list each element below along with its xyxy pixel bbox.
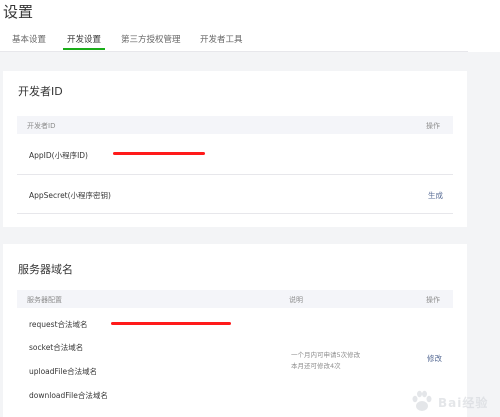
baidu-jingyan-watermark: Bai经验 bbox=[404, 389, 494, 413]
row-divider bbox=[17, 174, 453, 175]
server-domain-table-header: 服务器配置 说明 操作 bbox=[17, 290, 453, 308]
description-column-header: 说明 bbox=[289, 296, 303, 304]
socket-domain-label: socket合法域名 bbox=[29, 343, 84, 352]
server-domain-card: 服务器域名 服务器配置 说明 操作 request合法域名 socket合法域名… bbox=[3, 244, 467, 417]
developer-id-column-header: 开发者ID bbox=[27, 122, 56, 130]
developer-id-card: 开发者ID 开发者ID 操作 AppID(小程序ID) AppSecret(小程… bbox=[3, 71, 467, 227]
tab-third-party-auth[interactable]: 第三方授权管理 bbox=[121, 33, 181, 45]
watermark-text: Bai经验 bbox=[438, 396, 489, 410]
page-title: 设置 bbox=[3, 3, 34, 21]
appid-redaction-mark bbox=[113, 152, 205, 155]
tab-dev-settings[interactable]: 开发设置 bbox=[62, 33, 106, 50]
uploadfile-domain-label: uploadFile合法域名 bbox=[29, 367, 98, 376]
server-domain-title: 服务器域名 bbox=[18, 263, 73, 276]
tab-developer-tools[interactable]: 开发者工具 bbox=[200, 33, 243, 45]
row-divider bbox=[17, 213, 453, 214]
tab-basic-settings[interactable]: 基本设置 bbox=[12, 33, 46, 45]
appsecret-label: AppSecret(小程序密钥) bbox=[29, 191, 111, 200]
server-config-column-header: 服务器配置 bbox=[27, 296, 62, 304]
operation-column-header: 操作 bbox=[426, 122, 440, 130]
request-domain-label: request合法域名 bbox=[29, 320, 88, 329]
modify-remaining-note: 本月还可修改4次 bbox=[291, 362, 341, 370]
developer-id-title: 开发者ID bbox=[18, 85, 63, 98]
generate-appsecret-link[interactable]: 生成 bbox=[428, 190, 443, 201]
modify-limit-note: 一个月内可申请5次修改 bbox=[291, 351, 361, 359]
appid-label: AppID(小程序ID) bbox=[29, 151, 88, 160]
settings-tabs: 基本设置 开发设置 第三方授权管理 开发者工具 bbox=[0, 33, 468, 52]
top-header: 设置 基本设置 开发设置 第三方授权管理 开发者工具 bbox=[0, 0, 500, 52]
downloadfile-domain-label: downloadFile合法域名 bbox=[29, 391, 108, 400]
developer-id-table-header: 开发者ID 操作 bbox=[17, 116, 453, 134]
modify-domains-link[interactable]: 修改 bbox=[427, 353, 442, 364]
paw-icon bbox=[412, 390, 432, 411]
request-domain-redaction-mark bbox=[111, 322, 231, 325]
operation-column-header: 操作 bbox=[426, 296, 440, 304]
